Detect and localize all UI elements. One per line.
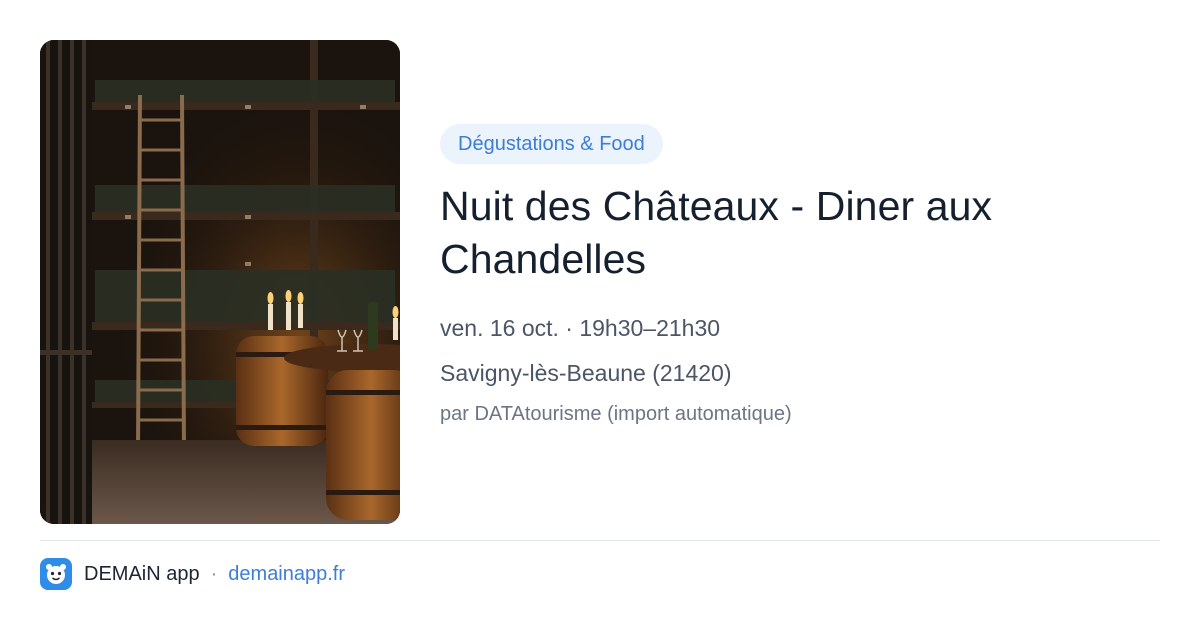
app-name: DEMAiN app [84,562,200,585]
event-details: Dégustations & Food Nuit des Châteaux - … [440,124,1140,427]
event-source: par DATAtourisme (import automatique) [440,403,792,425]
event-title: Nuit des Châteaux - Diner aux Chandelles [440,183,993,282]
footer-separator: · [210,562,218,585]
event-location: Savigny-lès-Beaune (21420) [440,360,732,386]
app-logo-icon[interactable] [40,558,72,590]
footer-divider [40,540,1160,541]
footer: DEMAiN app · demainapp.fr [40,558,345,590]
wine-cellar-image [40,40,400,524]
event-photo [40,40,400,524]
category-badge[interactable]: Dégustations & Food [440,124,663,164]
app-domain-link[interactable]: demainapp.fr [228,563,345,586]
event-datetime: ven. 16 oct. · 19h30–21h30 [440,315,721,341]
